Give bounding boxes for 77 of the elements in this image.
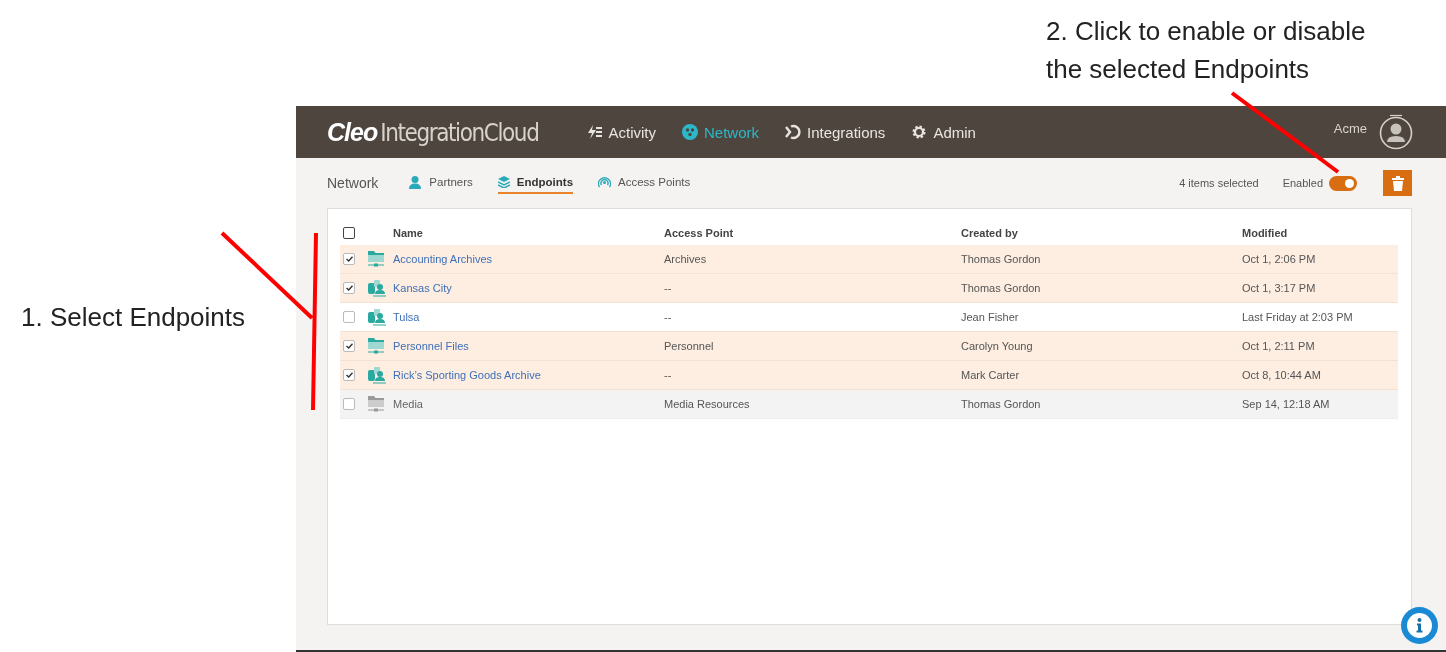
table-cell-text: Mark Carter: [961, 369, 1021, 381]
checkbox[interactable]: [343, 253, 355, 265]
endpoint-link[interactable]: Rick’s Sporting Goods Archive: [393, 369, 664, 381]
building-person-icon: [368, 279, 386, 297]
checkbox[interactable]: [343, 227, 355, 239]
checkbox[interactable]: [343, 369, 355, 381]
checkbox[interactable]: [343, 398, 355, 410]
app-logo: CleoIntegrationCloud: [327, 117, 539, 147]
signal-rings-icon[interactable]: [598, 175, 612, 189]
nav-item[interactable]: Integrations: [785, 123, 886, 141]
table-cell-text: Last Friday at 2:03 PM: [1242, 311, 1354, 323]
table-cell-text: Thomas Gordon: [961, 398, 1042, 410]
column-header[interactable]: Created by: [961, 227, 1242, 239]
table-cell-text: Oct 1, 2:06 PM: [1242, 253, 1317, 265]
toggle-switch[interactable]: [1329, 175, 1357, 191]
table-cell-text: Thomas Gordon: [961, 282, 1042, 294]
table-cell-text: Thomas Gordon: [961, 253, 1042, 265]
column-header[interactable]: Modified: [1242, 227, 1398, 239]
checkbox[interactable]: [343, 311, 355, 323]
nav-item[interactable]: Activity: [586, 123, 656, 141]
table-row[interactable]: Accounting Archives Archives Thomas Gordon Oct 1, 2:06 PM: [340, 245, 1398, 274]
checkbox[interactable]: [343, 282, 355, 294]
endpoint-link[interactable]: Accounting Archives: [393, 253, 664, 265]
tab[interactable]: Access Points: [598, 171, 691, 195]
layers-icon[interactable]: [497, 176, 510, 188]
checkmark-icon: [345, 256, 353, 262]
person-icon[interactable]: [408, 175, 423, 189]
endpoint-link[interactable]: Personnel Files: [393, 340, 664, 352]
checkmark-icon: [345, 343, 353, 349]
table-cell-text: --: [664, 311, 673, 323]
trash-icon: [1391, 175, 1404, 191]
table-row[interactable]: Kansas City -- Thomas Gordon Oct 1, 3:17 PM: [340, 274, 1398, 303]
folder-icon: [368, 251, 384, 267]
callout-text: 1. Select Endpoints: [21, 302, 246, 332]
endpoint-link[interactable]: Kansas City: [393, 282, 664, 294]
building-person-icon: [368, 366, 386, 384]
nav-item[interactable]: Network: [681, 123, 759, 141]
endpoint-link[interactable]: Tulsa: [393, 311, 664, 323]
table-cell-text: --: [664, 369, 673, 381]
avatar-icon[interactable]: [1379, 114, 1413, 150]
delete-button[interactable]: [1383, 170, 1412, 196]
lightning-list-icon[interactable]: [586, 124, 603, 140]
table-row[interactable]: Media Media Resources Thomas Gordon Sep 14, 12:18 AM: [340, 390, 1398, 419]
column-header[interactable]: Access Point: [664, 227, 961, 239]
table-cell-text: Personnel: [664, 340, 715, 352]
callout-text: 2. Click to enable or disable the selected Endpoints: [1046, 15, 1367, 86]
table-cell-text: Oct 8, 10:44 AM: [1242, 369, 1322, 381]
table-row[interactable]: Rick’s Sporting Goods Archive -- Mark Carter Oct 8, 10:44 AM: [340, 361, 1398, 390]
table-cell-text: --: [664, 282, 673, 294]
table-cell-text: Oct 1, 3:17 PM: [1242, 282, 1317, 294]
checkbox[interactable]: [343, 340, 355, 352]
network-icon[interactable]: [681, 124, 698, 140]
section-title: Network: [327, 175, 379, 191]
toggle-label: Enabled: [1282, 177, 1323, 189]
info-button[interactable]: [1401, 607, 1438, 644]
tab[interactable]: Endpoints: [497, 172, 574, 194]
tab[interactable]: Partners: [408, 171, 473, 195]
selection-count: 4 items selected: [1179, 177, 1259, 189]
chevron-loop-icon[interactable]: [785, 124, 801, 140]
checkmark-icon: [345, 372, 353, 378]
checkmark-icon: [345, 285, 353, 291]
table-row[interactable]: Personnel Files Personnel Carolyn Young Oct 1, 2:11 PM: [340, 332, 1398, 361]
table-cell-text: Oct 1, 2:11 PM: [1242, 340, 1316, 352]
settings-icon[interactable]: [911, 124, 928, 140]
user-name[interactable]: Acme: [1333, 120, 1367, 136]
table-cell-text: Jean Fisher: [961, 311, 1020, 323]
table-cell-text: Sep 14, 12:18 AM: [1242, 398, 1331, 410]
endpoint-link[interactable]: Media: [393, 398, 664, 410]
column-header[interactable]: Name: [393, 227, 664, 239]
nav-item[interactable]: Admin: [911, 123, 976, 141]
info-icon: [1407, 613, 1432, 638]
building-person-icon: [368, 308, 386, 326]
table-cell-text: Archives: [664, 253, 708, 265]
folder-icon: [368, 396, 384, 412]
table-cell-text: Carolyn Young: [961, 340, 1034, 352]
folder-icon: [368, 338, 384, 354]
table-cell-text: Media Resources: [664, 398, 751, 410]
